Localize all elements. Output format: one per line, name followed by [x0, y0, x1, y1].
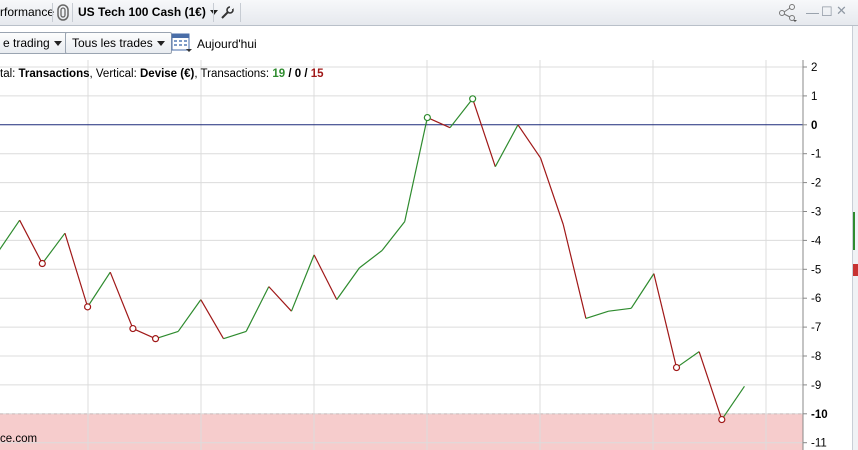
- y-tick-label: -11: [811, 438, 827, 450]
- series-segment-up: [630, 273, 655, 309]
- y-tick-label: -5: [811, 264, 821, 276]
- series-segment-down: [200, 299, 225, 339]
- wrench-icon[interactable]: [219, 5, 235, 21]
- data-point-marker: [83, 303, 92, 311]
- y-tick-label: -4: [811, 235, 822, 247]
- legend-slash: /: [301, 68, 311, 80]
- chart-legend: tal: Transactions, Vertical: Devise (€),…: [0, 68, 324, 80]
- series-segment-up: [381, 221, 406, 251]
- series-segment-down: [653, 273, 678, 368]
- series-segment-up: [449, 98, 474, 129]
- y-tick-label: 1: [811, 91, 817, 103]
- series-segment-up: [290, 254, 315, 312]
- close-icon[interactable]: ✕: [836, 3, 847, 19]
- trading-dropdown[interactable]: e trading: [0, 32, 69, 54]
- data-point-marker: [38, 259, 46, 268]
- today-button[interactable]: Aujourd'hui: [197, 37, 257, 51]
- series-segment-down: [268, 286, 292, 312]
- series-segment-down: [517, 124, 542, 159]
- series-segment-down: [19, 219, 43, 264]
- legend-horizontal-value: Transactions: [19, 68, 90, 80]
- data-point-marker: [469, 95, 477, 103]
- series-segment-up: [223, 330, 247, 340]
- series-segment-up: [404, 117, 428, 222]
- link-icon[interactable]: [57, 4, 69, 21]
- data-point-marker: [129, 324, 137, 333]
- legend-vertical-prefix: , Vertical:: [90, 68, 141, 80]
- performance-tab-label: rformance: [0, 5, 55, 19]
- y-tick-label: 0: [811, 120, 817, 132]
- series-segment-down: [472, 98, 496, 167]
- series-segment-up: [336, 267, 360, 300]
- series-segment-up: [87, 271, 111, 308]
- instrument-label: US Tech 100 Cash (1€): [78, 5, 206, 19]
- trades-dropdown-label: Tous les trades: [72, 36, 153, 50]
- separator: [213, 3, 214, 22]
- legend-transactions-prefix: , Transactions:: [194, 68, 272, 80]
- y-tick-label: -9: [811, 380, 821, 392]
- chart-toolbar: e trading Tous les trades Aujourd'hui: [0, 26, 858, 58]
- y-tick-label: -6: [811, 293, 821, 305]
- side-indicator-up: [853, 212, 855, 250]
- y-tick-label: -2: [811, 178, 821, 190]
- series-segment-up: [245, 286, 270, 332]
- data-point-marker: [151, 335, 160, 343]
- series-segment-up: [41, 232, 66, 264]
- data-point-marker: [718, 415, 726, 424]
- separator: [240, 3, 241, 22]
- separator: [52, 3, 53, 22]
- series-segment-up: [676, 351, 700, 369]
- side-panel-edge: [852, 26, 858, 450]
- legend-vertical-value: Devise (€): [140, 68, 195, 80]
- y-tick-label: -7: [811, 322, 821, 334]
- instrument-selector[interactable]: US Tech 100 Cash (1€): [78, 0, 218, 25]
- data-point-marker: [672, 363, 681, 372]
- legend-slash: /: [285, 68, 295, 80]
- y-tick-label: -8: [811, 351, 821, 363]
- series-segment-down: [562, 224, 587, 319]
- pnl-chart: 2 1 0 -1 -2 -3 -4 -5 -6 -7 -8 -9 -10 -11 tal: Transac…: [0, 60, 828, 450]
- top-bar: rformance US Tech 100 Cash (1€) — ☐ ✕: [0, 0, 858, 26]
- legend-losses: 15: [311, 68, 324, 80]
- series-segment-up: [359, 250, 383, 269]
- series-segment-down: [313, 254, 338, 300]
- series-segment-down: [540, 157, 564, 225]
- legend-wins: 19: [272, 68, 285, 80]
- series-segment-down: [132, 327, 156, 340]
- series-segment-down: [109, 271, 134, 329]
- today-label: Aujourd'hui: [197, 37, 257, 51]
- y-tick-label: -3: [811, 207, 821, 219]
- side-indicator-down: [853, 264, 858, 276]
- series-segment-up: [608, 307, 632, 312]
- series-segment-up: [494, 124, 519, 167]
- maximize-icon[interactable]: ☐: [821, 4, 833, 20]
- series-segment-down: [64, 232, 89, 308]
- y-tick-label: -10: [811, 409, 828, 421]
- share-icon[interactable]: [778, 4, 798, 22]
- separator: [72, 3, 73, 22]
- series-segment-up: [0, 219, 21, 251]
- trades-dropdown[interactable]: Tous les trades: [65, 32, 172, 54]
- performance-tab[interactable]: rformance: [0, 0, 54, 25]
- trading-dropdown-label: e trading: [3, 36, 50, 50]
- watermark-text: ce.com: [0, 433, 37, 445]
- series-segment-up: [585, 310, 609, 320]
- minimize-icon[interactable]: —: [806, 5, 819, 20]
- calendar-icon[interactable]: [171, 31, 193, 53]
- y-tick-label: -1: [811, 149, 821, 161]
- loss-zone: [0, 413, 803, 450]
- data-point-marker: [423, 113, 431, 122]
- series-segment-down: [698, 351, 723, 420]
- chevron-down-icon: [156, 41, 165, 47]
- y-tick-label: 2: [811, 62, 817, 74]
- legend-horizontal-prefix: tal:: [0, 68, 19, 80]
- chevron-down-icon: [53, 41, 62, 47]
- series-segment-down: [427, 117, 451, 129]
